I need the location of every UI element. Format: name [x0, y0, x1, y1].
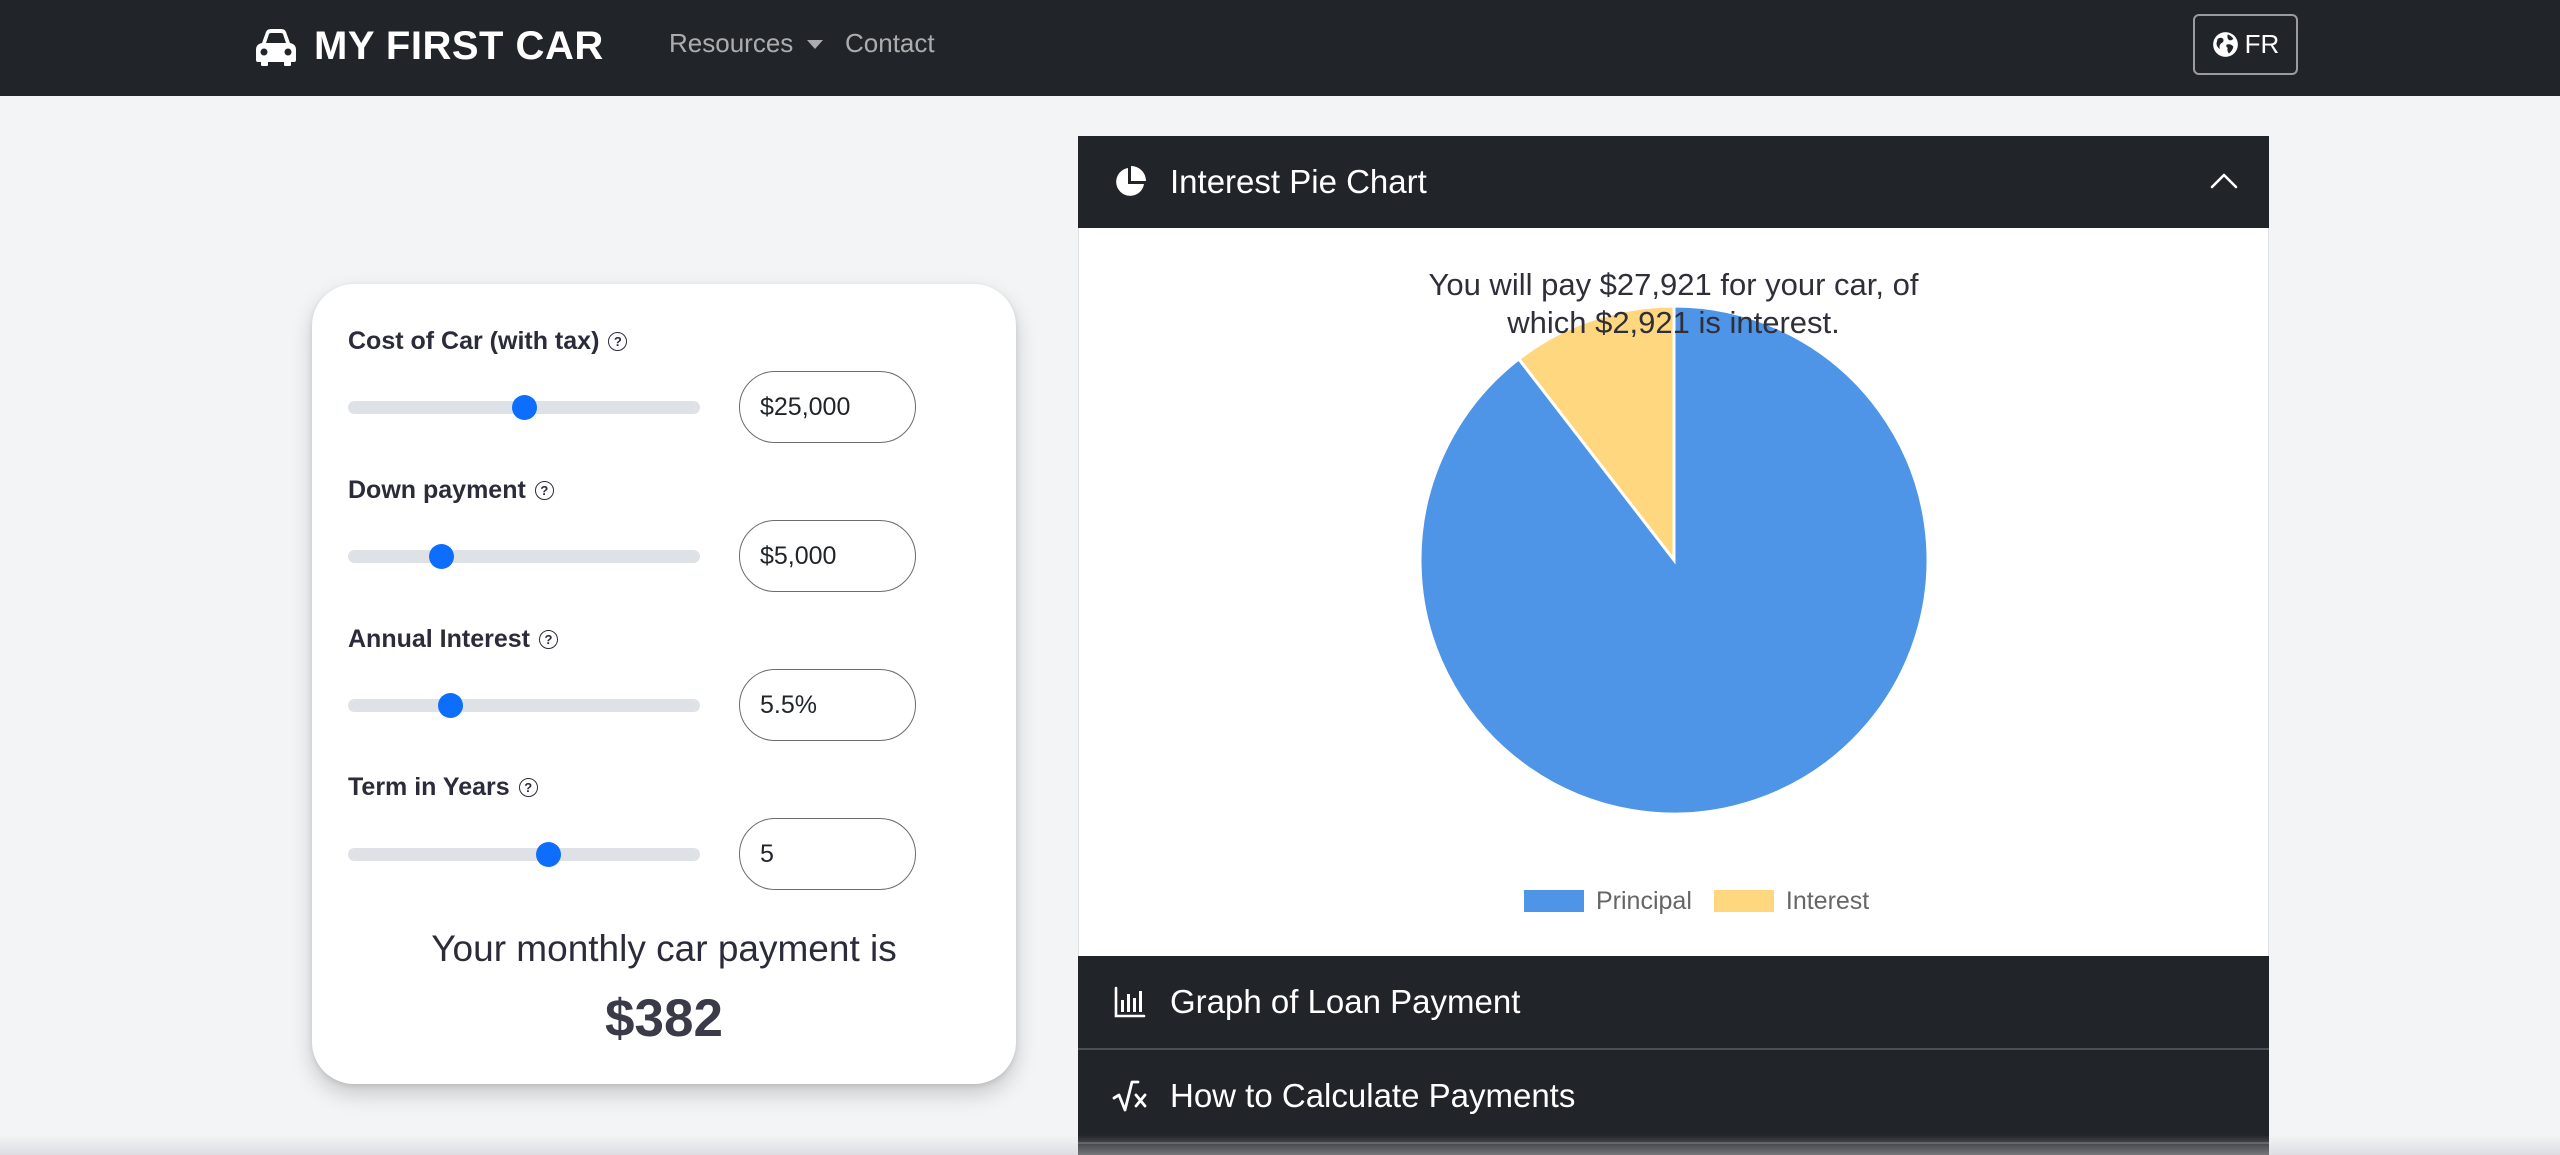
language-button[interactable]: FR: [2193, 14, 2298, 75]
navbar: MY FIRST CAR Resources Contact FR: [0, 0, 2560, 96]
legend-label-principal: Principal: [1596, 886, 1692, 915]
caret-down-icon: [807, 40, 824, 49]
calculate-accordion-header[interactable]: How to Calculate Payments: [1078, 1050, 2269, 1142]
term-label: Term in Years ?: [348, 773, 538, 802]
term-slider[interactable]: [348, 842, 700, 867]
accordion: Interest Pie Chart You will pay $27,921 …: [1078, 136, 2269, 1155]
pie-chart-icon: [1116, 166, 1146, 196]
interest-label: Annual Interest ?: [348, 625, 558, 654]
term-help-icon[interactable]: ?: [518, 778, 538, 797]
term-label-text: Term in Years: [348, 773, 510, 801]
down-payment-help-icon[interactable]: ?: [534, 481, 554, 500]
cost-slider[interactable]: [348, 395, 700, 420]
legend-swatch-principal: [1524, 890, 1584, 912]
interest-input[interactable]: [739, 669, 916, 741]
down-payment-label: Down payment ?: [348, 476, 554, 505]
square-root-icon: [1112, 1080, 1147, 1112]
pie-title-line2: which $2,921 is interest.: [1507, 305, 1840, 340]
term-slider-thumb[interactable]: [536, 842, 562, 867]
legend-swatch-interest: [1713, 890, 1774, 912]
interest-label-text: Annual Interest: [348, 625, 530, 653]
brand-name: MY FIRST CAR: [314, 23, 604, 68]
legend-item-interest[interactable]: Interest: [1713, 886, 1870, 916]
nav-contact-link[interactable]: Contact: [845, 28, 935, 59]
pie-title-line1: You will pay $27,921 for your car, of: [1428, 267, 1919, 302]
language-label: FR: [2244, 29, 2280, 59]
calculator-card: Cost of Car (with tax) ? Down payment ? …: [312, 284, 1016, 1084]
cost-slider-thumb[interactable]: [511, 395, 537, 420]
pie-chart-accordion-header[interactable]: Interest Pie Chart: [1078, 136, 2269, 228]
interest-slider-thumb[interactable]: [437, 693, 463, 718]
interest-slider[interactable]: [348, 693, 700, 718]
cost-label-text: Cost of Car (with tax): [348, 327, 600, 355]
term-input[interactable]: [739, 818, 916, 890]
graph-accordion-title: Graph of Loan Payment: [1170, 983, 1521, 1020]
cost-help-icon[interactable]: ?: [608, 332, 628, 351]
calculate-accordion-title: How to Calculate Payments: [1170, 1077, 1576, 1114]
globe-icon: [2212, 32, 2238, 57]
pie-chart-title: You will pay $27,921 for your car, of wh…: [1078, 266, 2269, 342]
bar-chart-icon: [1114, 986, 1146, 1018]
legend-label-interest: Interest: [1785, 886, 1870, 915]
down-payment-slider-thumb[interactable]: [428, 544, 454, 569]
car-icon: [256, 29, 296, 66]
down-payment-label-text: Down payment: [348, 476, 526, 504]
down-payment-slider[interactable]: [348, 544, 700, 569]
monthly-payment-value: $382: [605, 989, 723, 1048]
nav-resources-label: Resources: [669, 28, 794, 58]
bottom-shade: [0, 1135, 2560, 1155]
graph-accordion-header[interactable]: Graph of Loan Payment: [1078, 956, 2269, 1048]
legend-item-principal[interactable]: Principal: [1524, 887, 1692, 916]
pie-legend: Principal Interest: [1524, 886, 1891, 916]
cost-label: Cost of Car (with tax) ?: [348, 327, 628, 356]
interest-help-icon[interactable]: ?: [538, 630, 558, 649]
monthly-payment-label: Your monthly car payment is: [431, 928, 897, 969]
chevron-up-icon[interactable]: [2209, 166, 2239, 196]
brand-link[interactable]: MY FIRST CAR: [254, 16, 604, 76]
nav-resources-dropdown[interactable]: Resources: [669, 28, 824, 59]
pie-chart-accordion-title: Interest Pie Chart: [1170, 163, 1427, 200]
cost-input[interactable]: [739, 371, 916, 443]
down-payment-input[interactable]: [739, 520, 916, 592]
